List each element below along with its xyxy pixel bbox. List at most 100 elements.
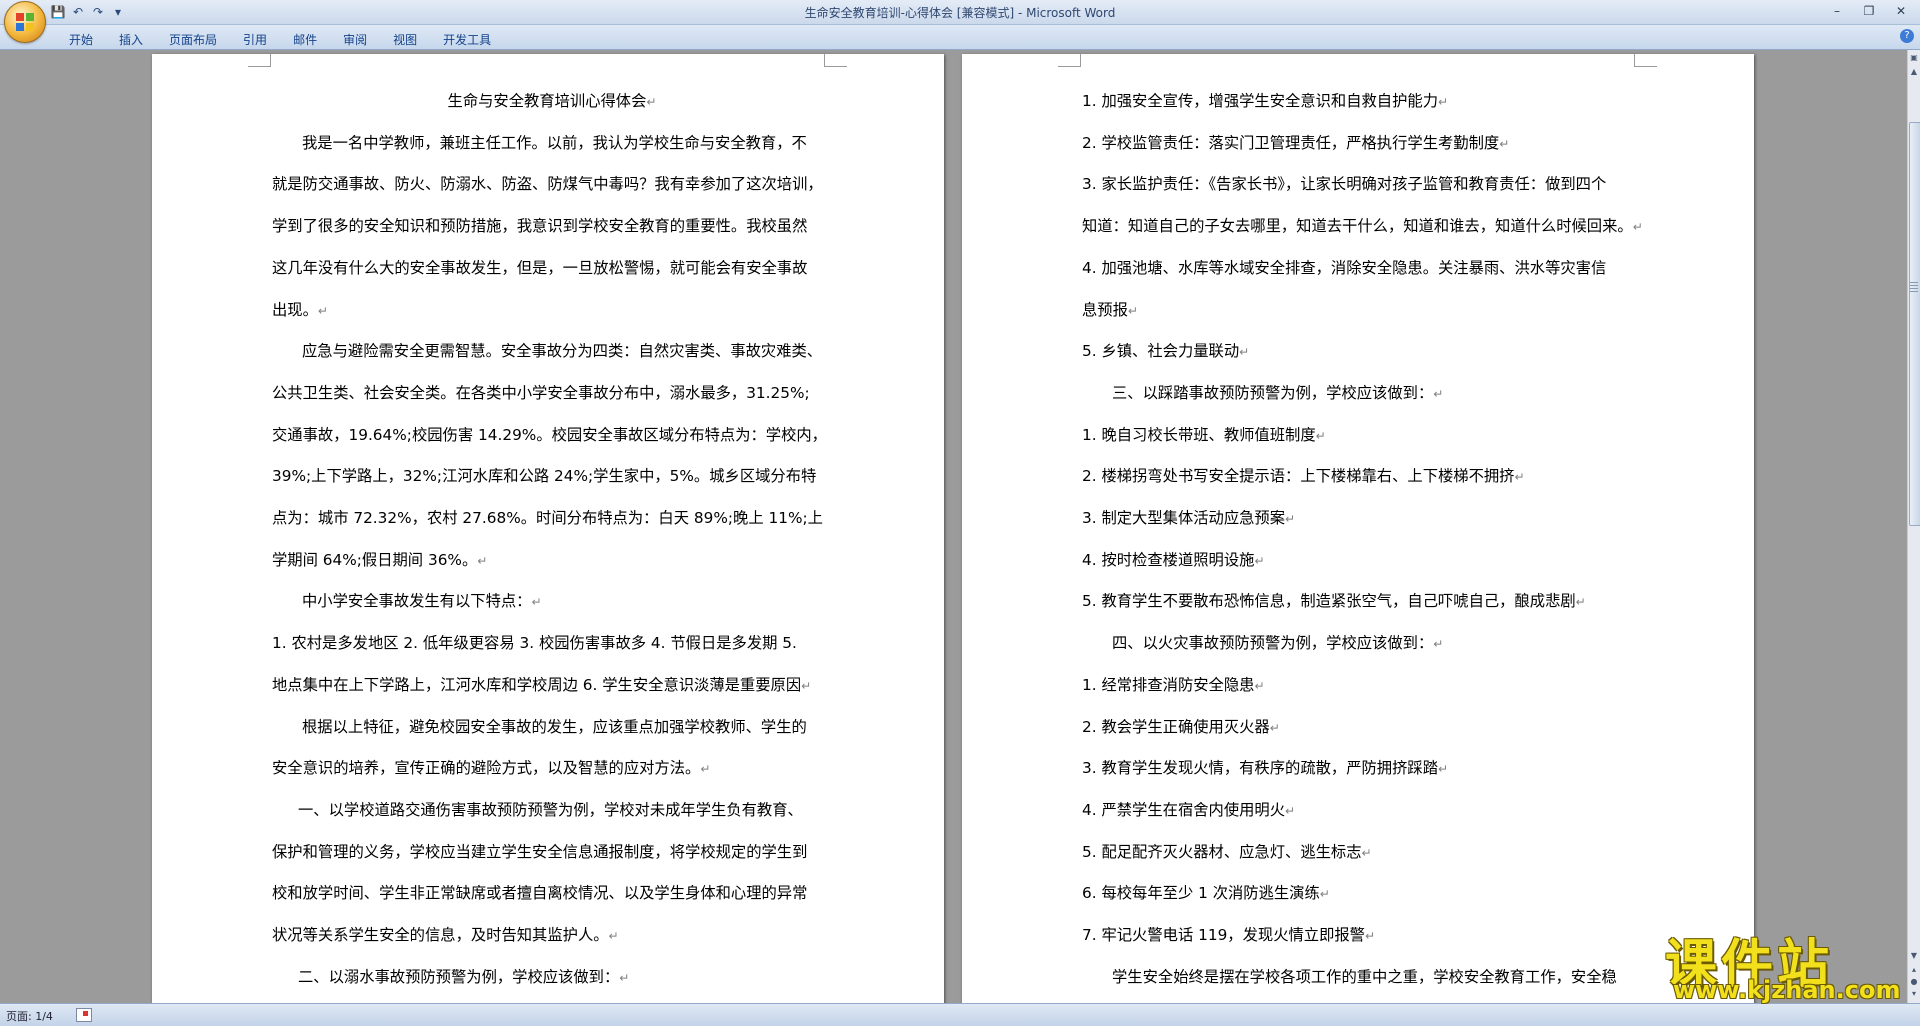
office-button[interactable] bbox=[4, 1, 46, 43]
text-line: 生命与安全教育培训心得体会↵ bbox=[447, 92, 657, 110]
tab-mailings[interactable]: 邮件 bbox=[280, 29, 330, 50]
tab-insert[interactable]: 插入 bbox=[106, 29, 156, 50]
scrollbar-grip bbox=[1910, 282, 1918, 283]
ribbon-tabs: 开始 插入 页面布局 引用 邮件 审阅 视图 开发工具 bbox=[56, 29, 504, 50]
tab-page-layout[interactable]: 页面布局 bbox=[156, 29, 230, 50]
office-logo-icon bbox=[16, 13, 34, 31]
text-line: 点为：城市 72.32%，农村 27.68%。时间分布特点为：白天 89%;晚上… bbox=[272, 509, 823, 527]
close-button[interactable]: ✕ bbox=[1888, 2, 1914, 20]
title-bar: 💾 ↶ ↷ ▾ 生命安全教育培训-心得体会 [兼容模式] - Microsoft… bbox=[0, 0, 1920, 25]
text-line: 2. 楼梯拐弯处书写安全提示语：上下楼梯靠右、上下楼梯不拥挤↵ bbox=[1082, 467, 1525, 486]
scrollbar-thumb[interactable] bbox=[1909, 122, 1920, 526]
text-line: 公共卫生类、社会安全类。在各类中小学安全事故分布中，溺水最多，31.25%; bbox=[272, 383, 810, 402]
previous-page-icon[interactable]: ▴ bbox=[1909, 964, 1919, 976]
paragraph-mark: ↵ bbox=[1315, 428, 1326, 443]
paragraph-mark: ↵ bbox=[1239, 345, 1250, 360]
page-indicator[interactable]: 页面: 1/4 bbox=[6, 1008, 53, 1024]
text-line: 学期间 64%;假日期间 36%。↵ bbox=[272, 550, 488, 569]
watermark-url: www.kjzhan.com bbox=[1673, 976, 1901, 1004]
text-line: 知道：知道自己的子女去哪里，知道去干什么，知道和谁去，知道什么时候回来。↵ bbox=[1082, 217, 1643, 236]
text-line: 4. 严禁学生在宿舍内使用明火↵ bbox=[1082, 800, 1296, 819]
text-line: 就是防交通事故、防火、防溺水、防盗、防煤气中毒吗？我有幸参加了这次培训， bbox=[272, 175, 823, 194]
text-line: 应急与避险需安全更需智慧。安全事故分为四类：自然灾害类、事故灾难类、 bbox=[302, 342, 823, 361]
restore-button[interactable]: ❐ bbox=[1856, 2, 1882, 20]
text-line: 四、以火灾事故预防预警为例，学校应该做到：↵ bbox=[1112, 634, 1444, 653]
minimize-button[interactable]: – bbox=[1824, 2, 1850, 20]
paragraph-mark: ↵ bbox=[477, 553, 488, 568]
text-line: 保护和管理的义务，学校应当建立学生安全信息通报制度，将学校规定的学生到 bbox=[272, 842, 808, 861]
text-line: 5. 配足配齐灭火器材、应急灯、逃生标志↵ bbox=[1082, 842, 1372, 861]
paragraph-mark: ↵ bbox=[1269, 720, 1280, 735]
watermark-logo: 课件站 www.kjzhan.com bbox=[1665, 922, 1909, 1004]
text-line: 6. 每校每年至少 1 次消防逃生演练↵ bbox=[1082, 884, 1330, 903]
paragraph-mark: ↵ bbox=[700, 762, 711, 777]
paragraph-mark: ↵ bbox=[1285, 512, 1296, 526]
text-line: 一、以学校道路交通伤害事故预防预警为例，学校对未成年学生负有教育、 bbox=[298, 800, 803, 819]
text-line: 中小学安全事故发生有以下特点：↵ bbox=[302, 592, 542, 611]
crop-mark bbox=[1058, 54, 1081, 67]
document-page-2[interactable]: 1. 加强安全宣传，增强学生安全意识和自救自护能力↵ 2. 学校监管责任：落实门卫… bbox=[962, 54, 1754, 1003]
paragraph-mark: ↵ bbox=[1364, 929, 1376, 943]
vertical-scrollbar[interactable]: ▣ ▲ ▼ ▴ ● ▾ bbox=[1907, 50, 1920, 1003]
text-line: 4. 按时检查楼道照明设施↵ bbox=[1082, 550, 1265, 569]
tab-developer[interactable]: 开发工具 bbox=[430, 29, 504, 50]
text-line: 交通事故，19.64%;校园伤害 14.29%。校园安全事故区域分布特点为：学校… bbox=[272, 425, 827, 444]
text-line: 2. 学校监管责任：落实门卫管理责任，严格执行学生考勤制度↵ bbox=[1082, 133, 1510, 152]
window-controls: – ❐ ✕ bbox=[1824, 2, 1914, 20]
text-line: 3. 教育学生发现火情，有秩序的疏散，严防拥挤踩踏↵ bbox=[1082, 759, 1449, 778]
text-line: 根据以上特征，避免校园安全事故的发生，应该重点加强学校教师、学生的 bbox=[302, 717, 807, 736]
paragraph-mark: ↵ bbox=[619, 970, 630, 985]
text-line: 学到了很多的安全知识和预防措施，我意识到学校安全教育的重要性。我校虽然 bbox=[272, 217, 808, 236]
text-line: 3. 制定大型集体活动应急预案↵ bbox=[1082, 509, 1296, 527]
text-line: 学生安全始终是摆在学校各项工作的重中之重，学校安全教育工作，安全稳 bbox=[1112, 967, 1617, 986]
paragraph-mark: ↵ bbox=[1438, 95, 1449, 109]
paragraph-mark: ↵ bbox=[1514, 470, 1525, 485]
paragraph-mark: ↵ bbox=[1254, 678, 1265, 693]
crop-mark bbox=[1634, 54, 1657, 67]
paragraph-mark: ↵ bbox=[1319, 887, 1330, 902]
text-line: 三、以踩踏事故预防预警为例，学校应该做到：↵ bbox=[1112, 383, 1444, 402]
scroll-down-icon[interactable]: ▼ bbox=[1909, 950, 1919, 962]
paragraph-mark: ↵ bbox=[1127, 303, 1138, 318]
tab-view[interactable]: 视图 bbox=[380, 29, 430, 50]
paragraph-mark: ↵ bbox=[646, 95, 657, 109]
text-line: 安全意识的培养，宣传正确的避险方式，以及智慧的应对方法。↵ bbox=[272, 759, 711, 778]
text-line: 1. 农村是多发地区 2. 低年级更容易 3. 校园伤害事故多 4. 节假日是多… bbox=[272, 634, 797, 653]
text-line: 1. 晚自习校长带班、教师值班制度↵ bbox=[1082, 425, 1326, 444]
paragraph-mark: ↵ bbox=[608, 929, 619, 943]
tab-references[interactable]: 引用 bbox=[230, 29, 280, 50]
text-line: 这几年没有什么大的安全事故发生，但是，一旦放松警惕，就可能会有安全事故 bbox=[272, 258, 808, 277]
next-page-icon[interactable]: ▾ bbox=[1909, 988, 1919, 1000]
text-line: 1. 经常排查消防安全隐患↵ bbox=[1082, 675, 1265, 694]
paragraph-mark: ↵ bbox=[1499, 136, 1510, 151]
text-line: 校和放学时间、学生非正常缺席或者擅自离校情况、以及学生身体和心理的异常 bbox=[272, 884, 808, 903]
paragraph-mark: ↵ bbox=[801, 678, 812, 693]
text-line: 3. 家长监护责任：《告家长书》，让家长明确对孩子监管和教育责任：做到四个 bbox=[1082, 175, 1607, 194]
paragraph-mark: ↵ bbox=[1285, 803, 1296, 818]
scroll-up-icon[interactable]: ▲ bbox=[1909, 66, 1919, 78]
window-title: 生命安全教育培训-心得体会 [兼容模式] - Microsoft Word bbox=[804, 6, 1116, 20]
crop-mark bbox=[248, 54, 271, 67]
text-line: 1. 加强安全宣传，增强学生安全意识和自救自护能力↵ bbox=[1082, 92, 1449, 110]
document-page-1[interactable]: 生命与安全教育培训心得体会↵ 我是一名中学教师，兼班主任工作。以前，我认为学校生命… bbox=[152, 54, 944, 1003]
text-line: 7. 牢记火警电话 119，发现火情立即报警↵ bbox=[1082, 926, 1376, 944]
text-line: 5. 教育学生不要散布恐怖信息，制造紧张空气，自己吓唬自己，酿成悲剧↵ bbox=[1082, 592, 1586, 611]
text-line: 2. 教会学生正确使用灭火器↵ bbox=[1082, 717, 1280, 736]
paragraph-mark: ↵ bbox=[1361, 845, 1372, 860]
text-line: 二、以溺水事故预防预警为例，学校应该做到：↵ bbox=[298, 967, 630, 986]
tab-home[interactable]: 开始 bbox=[56, 29, 106, 50]
text-line: 地点集中在上下学路上，江河水库和学校周边 6. 学生安全意识淡薄是重要原因↵ bbox=[272, 675, 812, 694]
text-line: 5. 乡镇、社会力量联动↵ bbox=[1082, 342, 1250, 361]
text-line: 39%;上下学路上，32%;江河水库和公路 24%;学生家中，5%。城乡区域分布… bbox=[272, 467, 817, 486]
paragraph-mark: ↵ bbox=[1575, 595, 1586, 610]
paragraph-mark: ↵ bbox=[1433, 637, 1444, 652]
help-icon[interactable]: ? bbox=[1900, 29, 1914, 43]
tab-review[interactable]: 审阅 bbox=[330, 29, 380, 50]
paragraph-mark: ↵ bbox=[1433, 386, 1444, 401]
paragraph-mark: ↵ bbox=[1438, 762, 1449, 777]
macro-record-icon[interactable] bbox=[76, 1008, 92, 1022]
paragraph-mark: ↵ bbox=[317, 303, 328, 318]
browse-object-icon[interactable]: ● bbox=[1909, 976, 1919, 988]
ruler-toggle-icon[interactable]: ▣ bbox=[1909, 52, 1919, 64]
text-line: 我是一名中学教师，兼班主任工作。以前，我认为学校生命与安全教育，不 bbox=[302, 133, 807, 152]
